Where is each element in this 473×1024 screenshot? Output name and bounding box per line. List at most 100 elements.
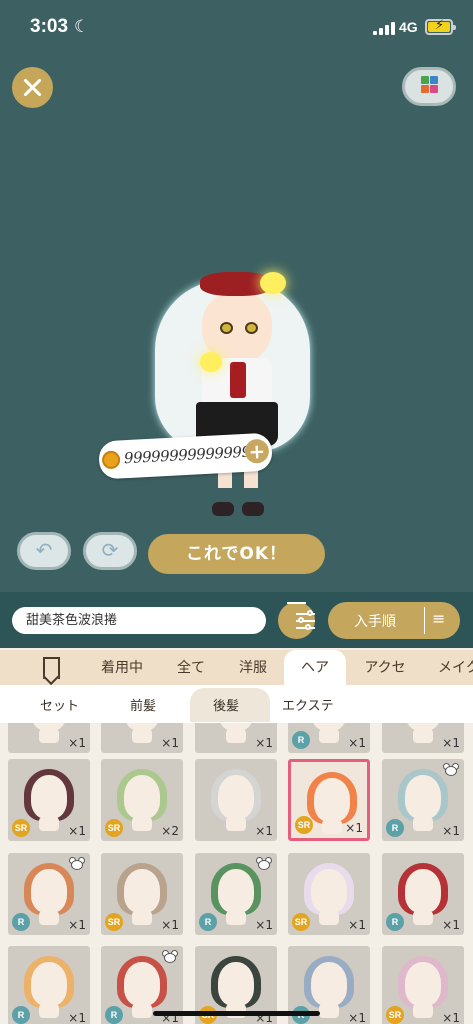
- hair-item-card[interactable]: SR ×1: [288, 759, 370, 841]
- hair-item-card[interactable]: R ×1: [382, 853, 464, 935]
- mannequin-neck: [132, 1004, 152, 1018]
- item-count: ×1: [161, 918, 179, 932]
- search-input[interactable]: 甜美茶色波浪捲: [12, 607, 266, 634]
- item-count: ×1: [68, 736, 86, 750]
- add-coins-button[interactable]: +: [244, 438, 270, 464]
- hair-item-card[interactable]: ×1: [101, 723, 183, 753]
- hair-item-card[interactable]: SR ×1: [288, 853, 370, 935]
- item-count: ×1: [255, 736, 273, 750]
- rarity-badge: R: [386, 913, 404, 931]
- mannequin-neck: [413, 729, 433, 743]
- avatar-character[interactable]: [150, 262, 320, 524]
- hair-item-card[interactable]: ×1: [8, 723, 90, 753]
- hair-item-card[interactable]: R ×1: [8, 946, 90, 1024]
- mannequin-neck: [39, 817, 59, 831]
- sliders-icon: [287, 602, 315, 630]
- tab-all[interactable]: 全て: [165, 650, 217, 685]
- hair-item-card[interactable]: ×1: [195, 723, 277, 753]
- mannequin-neck: [319, 729, 339, 743]
- rarity-badge: SR: [12, 819, 30, 837]
- hair-item-card[interactable]: ×1: [382, 723, 464, 753]
- category-tabs: 着用中 全て 洋服 ヘア アクセ メイク: [0, 650, 473, 685]
- item-count: ×1: [161, 736, 179, 750]
- mannequin-neck: [226, 817, 246, 831]
- bear-icon: [69, 857, 85, 871]
- status-time: 3:03: [30, 16, 69, 37]
- subtab-back-hair[interactable]: 後髪: [213, 695, 239, 714]
- mannequin-head: [218, 869, 254, 913]
- mannequin-head: [314, 778, 350, 822]
- bear-icon: [256, 857, 272, 871]
- hair-item-card[interactable]: SR ×1: [8, 759, 90, 841]
- hair-item-card[interactable]: ×1: [195, 759, 277, 841]
- subtab-set[interactable]: セット: [40, 695, 79, 714]
- reset-button[interactable]: ⟳: [83, 532, 137, 570]
- mannequin-head: [31, 962, 67, 1006]
- mannequin-neck: [132, 911, 152, 925]
- color-palette-button[interactable]: [402, 67, 456, 106]
- tab-makeup[interactable]: メイク: [424, 650, 473, 685]
- tab-clothes[interactable]: 洋服: [224, 650, 282, 685]
- mannequin-head: [405, 775, 441, 819]
- item-count: ×1: [442, 918, 460, 932]
- mannequin-neck: [39, 1004, 59, 1018]
- status-bar: 3:03 ☾ 4G ⚡: [0, 0, 473, 52]
- hair-item-card[interactable]: R ×1: [288, 723, 370, 753]
- filter-button[interactable]: [278, 602, 315, 639]
- tab-wearing[interactable]: 着用中: [86, 650, 158, 685]
- rarity-badge: R: [292, 731, 310, 749]
- battery-icon: ⚡: [425, 18, 456, 35]
- sort-button[interactable]: 入手順 ≡: [328, 602, 460, 639]
- hair-item-card[interactable]: SR ×1: [382, 946, 464, 1024]
- mannequin-head: [218, 962, 254, 1006]
- sort-label: 入手順: [354, 614, 396, 630]
- mannequin-neck: [413, 1004, 433, 1018]
- mannequin-neck: [39, 729, 59, 743]
- item-count: ×1: [442, 824, 460, 838]
- mannequin-neck: [319, 911, 339, 925]
- undo-button[interactable]: ↶: [17, 532, 71, 570]
- bookmark-icon[interactable]: [43, 657, 60, 679]
- network-type: 4G: [399, 19, 418, 35]
- item-count: ×1: [348, 918, 366, 932]
- rarity-badge: R: [199, 913, 217, 931]
- subtab-extensions[interactable]: エクステ: [282, 695, 334, 714]
- item-count: ×1: [442, 1011, 460, 1024]
- item-count: ×1: [68, 1011, 86, 1024]
- close-button[interactable]: [12, 67, 53, 108]
- mannequin-head: [405, 962, 441, 1006]
- hair-item-card[interactable]: R ×1: [8, 853, 90, 935]
- item-count: ×1: [68, 824, 86, 838]
- mannequin-head: [124, 962, 160, 1006]
- signal-icon: [373, 21, 395, 35]
- undo-icon: ↶: [35, 538, 53, 562]
- mannequin-neck: [413, 817, 433, 831]
- hair-item-card[interactable]: R ×1: [195, 853, 277, 935]
- hair-item-grid: ×1 ×1 ×1 R ×1 ×1 SR ×1 SR ×2 ×1 SR ×1 R ×1 R ×1 SR ×1 R ×1 SR…: [0, 723, 473, 1024]
- home-indicator: [153, 1011, 320, 1016]
- sort-order-icon: ≡: [432, 609, 446, 628]
- mannequin-neck: [319, 1004, 339, 1018]
- item-count: ×1: [255, 918, 273, 932]
- mannequin-neck: [132, 729, 152, 743]
- mannequin-head: [124, 775, 160, 819]
- item-count: ×1: [255, 824, 273, 838]
- rarity-badge: SR: [292, 913, 310, 931]
- tab-accessories[interactable]: アクセ: [352, 650, 418, 685]
- subtab-bangs[interactable]: 前髪: [130, 695, 156, 714]
- item-count: ×2: [161, 824, 179, 838]
- confirm-button[interactable]: これでOK！: [148, 534, 325, 574]
- rarity-badge: R: [105, 1006, 123, 1024]
- rarity-badge: SR: [295, 816, 313, 834]
- mannequin-head: [218, 775, 254, 819]
- rarity-badge: R: [12, 1006, 30, 1024]
- bear-icon: [443, 763, 459, 777]
- bear-icon: [162, 950, 178, 964]
- hair-item-card[interactable]: R ×1: [382, 759, 464, 841]
- tab-hair[interactable]: ヘア: [284, 650, 346, 685]
- mannequin-head: [311, 962, 347, 1006]
- hair-item-card[interactable]: SR ×2: [101, 759, 183, 841]
- item-count: ×1: [68, 918, 86, 932]
- hair-item-card[interactable]: SR ×1: [101, 853, 183, 935]
- item-count: ×1: [348, 1011, 366, 1024]
